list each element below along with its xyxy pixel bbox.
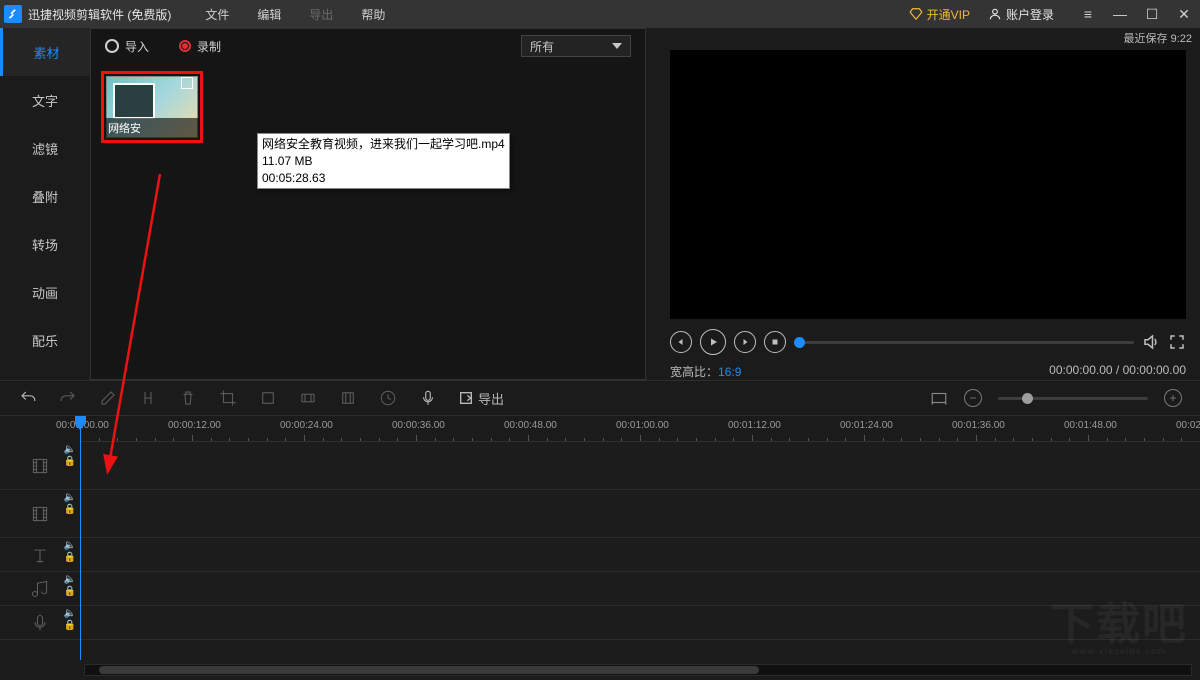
tab-overlay[interactable]: 叠附 <box>0 172 90 220</box>
lock-icon[interactable]: 🔒 <box>64 553 76 563</box>
track-video-1[interactable]: 🔈🔒 <box>0 442 1200 490</box>
redo-button[interactable] <box>58 388 78 408</box>
stop-button[interactable] <box>764 331 786 353</box>
left-category-tabs: 素材 文字 滤镜 叠附 转场 动画 配乐 <box>0 28 90 380</box>
timeline-panel: 00:00:00.0000:00:12.0000:00:24.0000:00:3… <box>0 416 1200 680</box>
mute-icon[interactable]: 🔈 <box>64 575 76 585</box>
vip-label: 开通VIP <box>927 6 970 23</box>
chevron-down-icon <box>612 43 622 49</box>
clip-tooltip: 网络安全教育视频，进来我们一起学习吧.mp4 11.07 MB 00:05:28… <box>257 133 510 189</box>
voiceover-button[interactable] <box>418 388 438 408</box>
mute-icon[interactable]: 🔈 <box>64 445 76 455</box>
app-logo-icon <box>4 5 22 23</box>
lock-icon[interactable]: 🔒 <box>64 587 76 597</box>
mute-icon[interactable]: 🔈 <box>64 609 76 619</box>
app-title: 迅捷视频剪辑软件 (免费版) <box>28 6 171 23</box>
import-button[interactable]: 导入 <box>105 38 149 55</box>
freeze-button[interactable] <box>338 388 358 408</box>
text-icon <box>30 545 50 565</box>
media-clip-item[interactable]: 网络安 <box>101 71 203 143</box>
export-icon <box>458 390 474 406</box>
tooltip-filename: 网络安全教育视频，进来我们一起学习吧.mp4 <box>262 136 505 153</box>
music-icon <box>30 579 50 599</box>
minimize-button[interactable]: — <box>1108 4 1132 24</box>
tab-text[interactable]: 文字 <box>0 76 90 124</box>
zoom-slider[interactable] <box>998 397 1148 400</box>
edit-tool-button[interactable] <box>98 388 118 408</box>
tab-filter[interactable]: 滤镜 <box>0 124 90 172</box>
filter-selected-label: 所有 <box>530 38 554 55</box>
menu-edit[interactable]: 编辑 <box>243 6 295 23</box>
user-icon <box>988 7 1002 21</box>
preview-viewport[interactable] <box>670 50 1186 319</box>
time-ruler[interactable]: 00:00:00.0000:00:12.0000:00:24.0000:00:3… <box>80 416 1200 442</box>
film-icon <box>30 504 50 524</box>
tooltip-duration: 00:05:28.63 <box>262 170 505 187</box>
import-icon <box>105 39 119 53</box>
maximize-button[interactable]: ☐ <box>1140 4 1164 24</box>
tab-transition[interactable]: 转场 <box>0 220 90 268</box>
track-text[interactable]: 🔈🔒 <box>0 538 1200 572</box>
menu-file[interactable]: 文件 <box>191 6 243 23</box>
zoom-out-button[interactable]: − <box>964 389 982 407</box>
split-button[interactable] <box>138 388 158 408</box>
mic-icon <box>30 613 50 633</box>
menu-export: 导出 <box>295 6 347 23</box>
mute-icon[interactable]: 🔈 <box>64 541 76 551</box>
tab-animation[interactable]: 动画 <box>0 268 90 316</box>
crop-button[interactable] <box>218 388 238 408</box>
media-library-panel: 导入 录制 所有 网络安 网络安全教育视频，进 <box>90 28 646 380</box>
fit-timeline-icon[interactable] <box>930 389 948 407</box>
lock-icon[interactable]: 🔒 <box>64 457 76 467</box>
prev-frame-button[interactable] <box>670 331 692 353</box>
lock-icon[interactable]: 🔒 <box>64 621 76 631</box>
title-bar: 迅捷视频剪辑软件 (免费版) 文件 编辑 导出 帮助 开通VIP 账户登录 ≡ … <box>0 0 1200 28</box>
zoom-tool-button[interactable] <box>298 388 318 408</box>
next-frame-button[interactable] <box>734 331 756 353</box>
last-save-label: 最近保存 9:22 <box>646 30 1200 46</box>
hamburger-menu-icon[interactable]: ≡ <box>1076 4 1100 24</box>
lock-icon[interactable]: 🔒 <box>64 505 76 515</box>
undo-button[interactable] <box>18 388 38 408</box>
clip-short-label: 网络安 <box>106 118 198 138</box>
film-icon <box>30 456 50 476</box>
mosaic-button[interactable] <box>258 388 278 408</box>
fullscreen-icon[interactable] <box>1168 333 1186 351</box>
diamond-icon <box>909 7 923 21</box>
track-voiceover[interactable]: 🔈🔒 <box>0 606 1200 640</box>
account-login-button[interactable]: 账户登录 <box>988 6 1054 23</box>
aspect-ratio-label: 宽高比：16:9 <box>670 363 741 380</box>
import-label: 导入 <box>125 38 149 55</box>
media-filter-dropdown[interactable]: 所有 <box>521 35 631 57</box>
timeline-toolbar: 导出 − + <box>0 380 1200 416</box>
record-label: 录制 <box>197 38 221 55</box>
login-label: 账户登录 <box>1006 6 1054 23</box>
speed-button[interactable] <box>378 388 398 408</box>
mute-icon[interactable]: 🔈 <box>64 493 76 503</box>
export-label: 导出 <box>478 389 504 408</box>
record-icon <box>179 40 191 52</box>
playhead[interactable] <box>80 416 81 660</box>
preview-timecode: 00:00:00.00 / 00:00:00.00 <box>1049 363 1186 380</box>
preview-panel: 最近保存 9:22 宽高比：16:9 00:00:00.00 / 00:00:0… <box>646 28 1200 380</box>
record-button[interactable]: 录制 <box>179 38 221 55</box>
track-audio[interactable]: 🔈🔒 <box>0 572 1200 606</box>
volume-icon[interactable] <box>1142 333 1160 351</box>
timeline-scrollbar[interactable] <box>84 664 1192 676</box>
zoom-in-button[interactable]: + <box>1164 389 1182 407</box>
tab-material[interactable]: 素材 <box>0 28 90 76</box>
menu-help[interactable]: 帮助 <box>347 6 399 23</box>
tooltip-filesize: 11.07 MB <box>262 153 505 170</box>
close-button[interactable]: ✕ <box>1172 4 1196 24</box>
delete-button[interactable] <box>178 388 198 408</box>
open-vip-button[interactable]: 开通VIP <box>909 6 970 23</box>
preview-progress-slider[interactable] <box>794 341 1134 344</box>
play-button[interactable] <box>700 329 726 355</box>
tab-music[interactable]: 配乐 <box>0 316 90 364</box>
track-video-2[interactable]: 🔈🔒 <box>0 490 1200 538</box>
export-button[interactable]: 导出 <box>458 389 504 408</box>
